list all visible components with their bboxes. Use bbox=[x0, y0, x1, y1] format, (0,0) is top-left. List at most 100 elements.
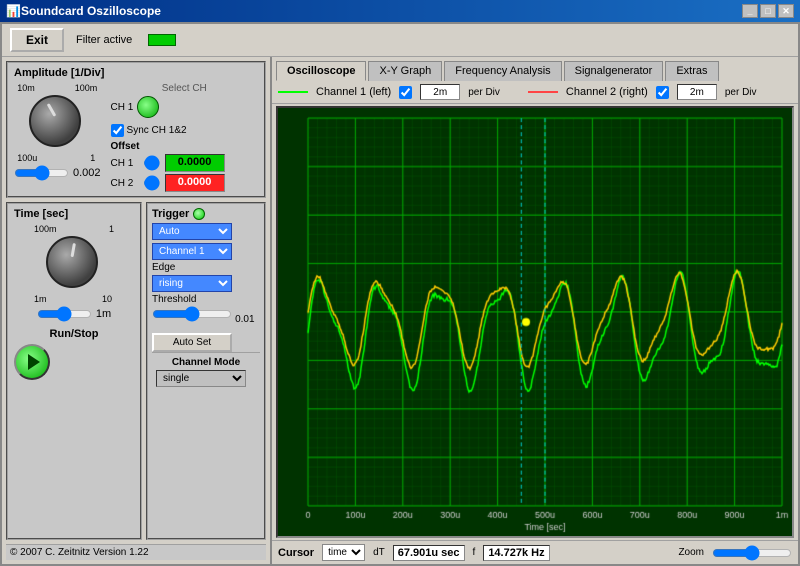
time-section: Time [sec] 100m 1 1m 10 1m bbox=[6, 202, 142, 540]
ch1-offset-label: CH 1 bbox=[111, 158, 139, 169]
filter-label: Filter active bbox=[76, 34, 132, 46]
run-stop-section: Run/Stop bbox=[14, 328, 134, 380]
f-value: 14.727k Hz bbox=[483, 545, 549, 561]
time-knob-area: 100m 1 1m 10 bbox=[34, 224, 114, 304]
ch1-offset-row: CH 1 0.0000 bbox=[111, 154, 258, 172]
threshold-value: 0.01 bbox=[235, 314, 254, 325]
tab-bar: Oscilloscope X-Y Graph Frequency Analysi… bbox=[272, 57, 798, 81]
right-panel: Oscilloscope X-Y Graph Frequency Analysi… bbox=[272, 57, 798, 564]
trigger-section: Trigger Auto Channel 1 Edge bbox=[146, 202, 266, 540]
window-title: Soundcard Oszilloscope bbox=[21, 4, 161, 18]
trigger-title-row: Trigger bbox=[152, 208, 260, 220]
amp-label-tl: 10m bbox=[17, 83, 35, 93]
ch2-offset-label: CH 2 bbox=[111, 178, 139, 189]
amplitude-knob[interactable] bbox=[29, 95, 81, 147]
play-icon bbox=[28, 354, 40, 370]
tab-xy-graph[interactable]: X-Y Graph bbox=[368, 61, 442, 81]
run-stop-label: Run/Stop bbox=[14, 328, 134, 340]
ch2-channel-label: Channel 2 (right) bbox=[566, 86, 648, 98]
time-label-br: 10 bbox=[102, 294, 112, 304]
threshold-label: Threshold bbox=[152, 294, 260, 305]
time-label-bl: 1m bbox=[34, 294, 47, 304]
copyright: © 2007 C. Zeitnitz Version 1.22 bbox=[6, 544, 266, 560]
ch1-offset-value[interactable]: 0.0000 bbox=[165, 154, 225, 172]
trigger-edge-row: rising bbox=[152, 275, 260, 292]
ch1-line-indicator bbox=[278, 91, 308, 93]
offset-title: Offset bbox=[111, 141, 258, 152]
window-icon: 📊 bbox=[6, 4, 21, 18]
time-title: Time [sec] bbox=[14, 208, 134, 220]
time-slider-value: 1m bbox=[96, 308, 111, 320]
tab-frequency-analysis[interactable]: Frequency Analysis bbox=[444, 61, 561, 81]
maximize-button[interactable]: □ bbox=[760, 4, 776, 18]
amplitude-slider-row: 0.002 bbox=[14, 165, 101, 181]
main-window: Exit Filter active Amplitude [1/Div] 10m… bbox=[0, 22, 800, 566]
trigger-mode-row: Auto bbox=[152, 223, 260, 240]
trigger-mode-select[interactable]: Auto bbox=[152, 223, 232, 240]
tab-signalgenerator[interactable]: Signalgenerator bbox=[564, 61, 664, 81]
channel-mode-section: Channel Mode single bbox=[152, 352, 260, 391]
trigger-edge-select[interactable]: rising bbox=[152, 275, 232, 292]
sync-checkbox[interactable] bbox=[111, 124, 124, 137]
exit-button[interactable]: Exit bbox=[10, 28, 64, 52]
threshold-slider[interactable] bbox=[152, 306, 232, 322]
time-knob[interactable] bbox=[46, 236, 98, 288]
amplitude-section: Amplitude [1/Div] 10m 100m 100u 1 bbox=[6, 61, 266, 198]
trigger-title: Trigger bbox=[152, 208, 189, 220]
amp-label-bl: 100u bbox=[17, 153, 37, 163]
left-panel: Amplitude [1/Div] 10m 100m 100u 1 bbox=[2, 57, 272, 564]
oscilloscope-display bbox=[276, 106, 794, 538]
ch2-per-div-input[interactable] bbox=[677, 84, 717, 100]
title-bar: 📊 Soundcard Oszilloscope _ □ ✕ bbox=[0, 0, 800, 22]
cursor-type-select[interactable]: time bbox=[322, 544, 365, 561]
amplitude-knob-indicator bbox=[47, 103, 57, 117]
time-slider-row: 1m bbox=[14, 306, 134, 322]
select-ch-label: Select CH bbox=[111, 83, 258, 94]
amplitude-slider[interactable] bbox=[14, 165, 69, 181]
ch2-offset-slider[interactable] bbox=[143, 175, 161, 191]
channel-mode-select[interactable]: single bbox=[156, 370, 246, 387]
ch2-line-indicator bbox=[528, 91, 558, 93]
sync-row: Sync CH 1&2 bbox=[111, 124, 258, 137]
time-trigger-row: Time [sec] 100m 1 1m 10 1m bbox=[6, 202, 266, 544]
offset-area: Offset CH 1 0.0000 CH 2 0.0000 bbox=[111, 141, 258, 192]
amplitude-knob-area: 10m 100m 100u 1 bbox=[17, 83, 97, 163]
ch2-checkbox[interactable] bbox=[656, 86, 669, 99]
tab-oscilloscope[interactable]: Oscilloscope bbox=[276, 61, 366, 81]
ch1-per-div-label: per Div bbox=[468, 87, 500, 98]
channel-row: Channel 1 (left) per Div Channel 2 (righ… bbox=[272, 81, 798, 104]
trigger-channel-row: Channel 1 bbox=[152, 243, 260, 260]
trigger-channel-select[interactable]: Channel 1 bbox=[152, 243, 232, 260]
f-label: f bbox=[473, 547, 476, 558]
filter-indicator bbox=[148, 34, 176, 46]
tab-extras[interactable]: Extras bbox=[665, 61, 718, 81]
minimize-button[interactable]: _ bbox=[742, 4, 758, 18]
amp-label-tr: 100m bbox=[75, 83, 98, 93]
ch1-checkbox[interactable] bbox=[399, 86, 412, 99]
ch1-per-div-input[interactable] bbox=[420, 84, 460, 100]
zoom-slider[interactable] bbox=[712, 545, 792, 561]
oscilloscope-canvas[interactable] bbox=[278, 108, 792, 536]
trigger-led bbox=[193, 208, 205, 220]
time-slider[interactable] bbox=[37, 306, 92, 322]
auto-set-button[interactable]: Auto Set bbox=[152, 333, 232, 352]
toolbar: Exit Filter active bbox=[2, 24, 798, 57]
ch1-label-select: CH 1 bbox=[111, 102, 134, 113]
title-bar-buttons: _ □ ✕ bbox=[742, 4, 794, 18]
ch2-offset-row: CH 2 0.0000 bbox=[111, 174, 258, 192]
cursor-label: Cursor bbox=[278, 547, 314, 559]
close-button[interactable]: ✕ bbox=[778, 4, 794, 18]
auto-set-row: Auto Set bbox=[152, 329, 260, 352]
amplitude-slider-value: 0.002 bbox=[73, 167, 101, 179]
ch1-led bbox=[137, 96, 159, 118]
ch2-per-div-label: per Div bbox=[725, 87, 757, 98]
time-label-tl: 100m bbox=[34, 224, 57, 234]
content-area: Amplitude [1/Div] 10m 100m 100u 1 bbox=[2, 57, 798, 564]
amp-label-br: 1 bbox=[90, 153, 95, 163]
run-stop-button[interactable] bbox=[14, 344, 50, 380]
ch2-offset-value[interactable]: 0.0000 bbox=[165, 174, 225, 192]
ch1-offset-slider[interactable] bbox=[143, 155, 161, 171]
zoom-label: Zoom bbox=[678, 547, 704, 558]
time-label-tr: 1 bbox=[109, 224, 114, 234]
ch1-channel-label: Channel 1 (left) bbox=[316, 86, 391, 98]
